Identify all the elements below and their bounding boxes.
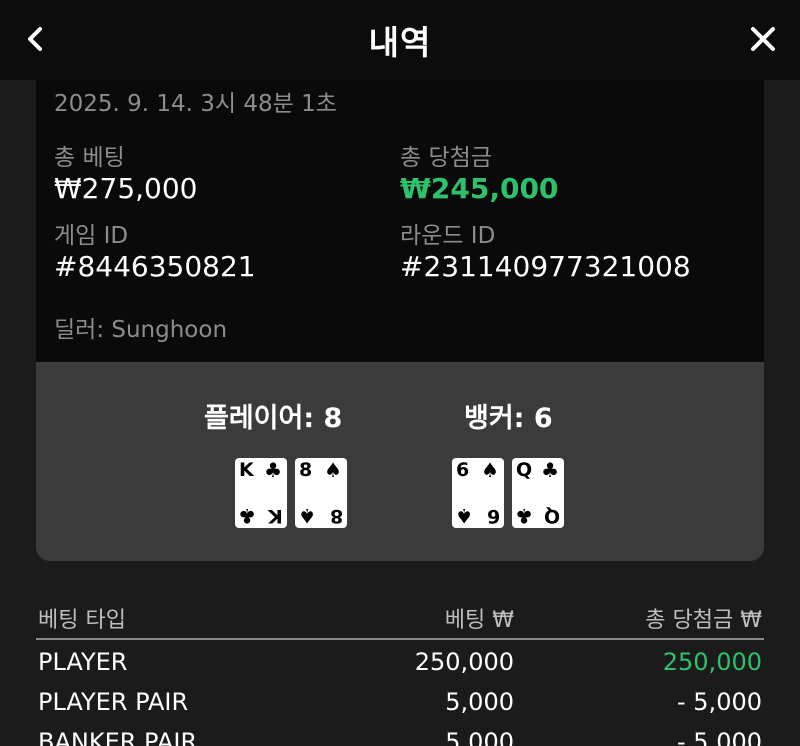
win-amount-cell: - 5,000 bbox=[677, 688, 762, 716]
bet-type-cell: PLAYER bbox=[38, 648, 128, 676]
close-icon bbox=[751, 27, 775, 51]
dealer-name: 딜러: Sunghoon bbox=[54, 317, 228, 343]
bet-amount-cell: 5,000 bbox=[445, 728, 514, 746]
table-row: PLAYER PAIR 5,000 - 5,000 bbox=[36, 680, 764, 720]
win-amount-cell: - 5,000 bbox=[677, 728, 762, 746]
column-header-win: 총 당첨금 ₩ bbox=[645, 608, 762, 633]
banker-score-label: 뱅커: 6 bbox=[464, 403, 553, 434]
total-bet-value: ₩275,000 bbox=[54, 172, 198, 205]
header-bar: 내역 bbox=[0, 0, 800, 80]
bet-type-cell: BANKER PAIR bbox=[38, 728, 198, 746]
round-datetime: 2025. 9. 14. 3시 48분 1초 bbox=[54, 91, 337, 117]
game-id-label: 게임 ID bbox=[54, 223, 129, 249]
table-header-row: 베팅 타입 베팅 ₩ 총 당첨금 ₩ bbox=[36, 598, 764, 640]
column-header-bet: 베팅 ₩ bbox=[444, 608, 514, 633]
round-result-panel: 플레이어: 8 뱅커: 6 K ♣ ♣ K 8 ♠ ♠ 8 6 ♠ ♠ 6 Q … bbox=[36, 362, 764, 561]
close-button[interactable] bbox=[746, 22, 780, 56]
total-win-label: 총 당첨금 bbox=[400, 145, 492, 171]
banker-card-1: 6 ♠ ♠ 6 bbox=[452, 458, 504, 528]
history-detail-page: 내역 2025. 9. 14. 3시 48분 1초 총 베팅 ₩275,000 … bbox=[0, 0, 800, 746]
round-id-value: #231140977321008 bbox=[400, 250, 691, 283]
win-amount-cell: 250,000 bbox=[662, 648, 762, 676]
round-info-card: 2025. 9. 14. 3시 48분 1초 총 베팅 ₩275,000 총 당… bbox=[36, 80, 764, 362]
bet-amount-cell: 5,000 bbox=[445, 688, 514, 716]
table-row: BANKER PAIR 5,000 - 5,000 bbox=[36, 720, 764, 746]
round-id-label: 라운드 ID bbox=[400, 223, 496, 249]
bets-table: 베팅 타입 베팅 ₩ 총 당첨금 ₩ PLAYER 250,000 250,00… bbox=[36, 598, 764, 746]
column-header-bet-type: 베팅 타입 bbox=[38, 608, 126, 633]
player-card-2: 8 ♠ ♠ 8 bbox=[295, 458, 347, 528]
table-row: PLAYER 250,000 250,000 bbox=[36, 640, 764, 680]
bet-amount-cell: 250,000 bbox=[414, 648, 514, 676]
page-title: 내역 bbox=[368, 23, 432, 62]
player-score-label: 플레이어: 8 bbox=[204, 403, 343, 434]
game-id-value: #8446350821 bbox=[54, 250, 256, 283]
bet-type-cell: PLAYER PAIR bbox=[38, 688, 189, 716]
player-card-1: K ♣ ♣ K bbox=[235, 458, 287, 528]
total-win-value: ₩245,000 bbox=[400, 172, 559, 205]
banker-card-2: Q ♣ ♣ Q bbox=[512, 458, 564, 528]
total-bet-label: 총 베팅 bbox=[54, 145, 125, 171]
